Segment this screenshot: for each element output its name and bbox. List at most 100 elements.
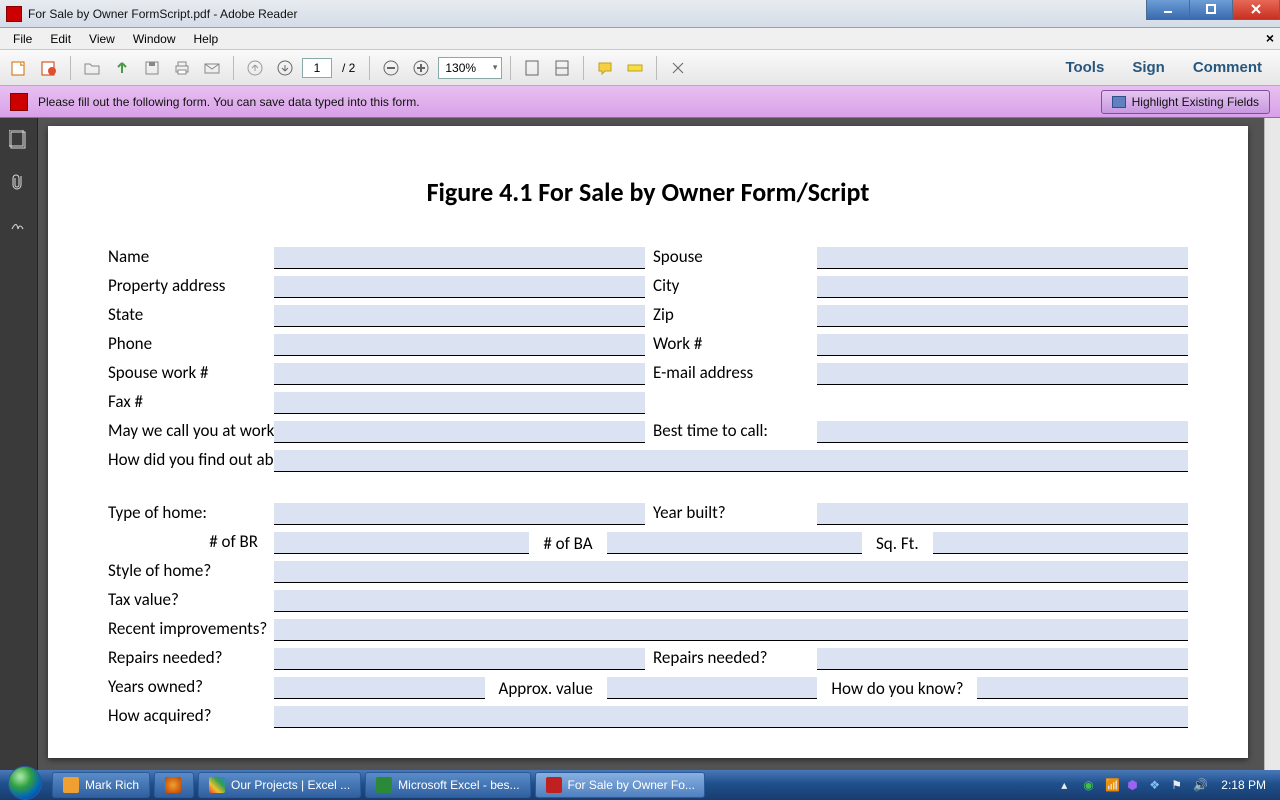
field-year-built[interactable]: [817, 503, 1188, 525]
attachments-icon[interactable]: [7, 170, 31, 194]
label-best-time: Best time to call:: [651, 420, 811, 443]
export-pdf-icon[interactable]: [6, 55, 32, 81]
tray-app-icon[interactable]: ❖: [1149, 778, 1163, 792]
label-tax-value: Tax value?: [108, 589, 268, 612]
field-property-address[interactable]: [274, 276, 645, 298]
field-years-owned[interactable]: [274, 677, 485, 699]
maximize-button[interactable]: [1189, 0, 1233, 20]
field-how-find[interactable]: [274, 450, 1188, 472]
chrome-icon: [209, 777, 225, 793]
taskbar-item-label: Mark Rich: [85, 778, 139, 792]
field-type-home[interactable]: [274, 503, 645, 525]
field-work-no[interactable]: [817, 334, 1188, 356]
field-email[interactable]: [817, 363, 1188, 385]
zoom-out-icon[interactable]: [378, 55, 404, 81]
field-may-we-call[interactable]: [274, 421, 645, 443]
taskbar-item[interactable]: Microsoft Excel - bes...: [365, 772, 530, 798]
label-zip: Zip: [651, 304, 811, 327]
field-how-know[interactable]: [977, 677, 1188, 699]
close-document-button[interactable]: ×: [1266, 30, 1274, 46]
field-phone[interactable]: [274, 334, 645, 356]
taskbar-item-firefox[interactable]: [154, 772, 194, 798]
menubar: File Edit View Window Help ×: [0, 28, 1280, 50]
field-fax[interactable]: [274, 392, 645, 414]
taskbar-item[interactable]: Mark Rich: [52, 772, 150, 798]
toolbar-separator: [233, 56, 234, 80]
tray-chevron-icon[interactable]: ▴: [1061, 778, 1075, 792]
field-tax-value[interactable]: [274, 590, 1188, 612]
start-button[interactable]: [0, 770, 50, 800]
taskbar-item-active[interactable]: For Sale by Owner Fo...: [535, 772, 705, 798]
fit-page-icon[interactable]: [519, 55, 545, 81]
close-button[interactable]: [1232, 0, 1280, 20]
field-state[interactable]: [274, 305, 645, 327]
label-email: E-mail address: [651, 362, 811, 385]
page-number-input[interactable]: [302, 58, 332, 78]
label-how-know: How do you know?: [823, 678, 971, 699]
spacer: [108, 478, 1188, 496]
menu-edit[interactable]: Edit: [41, 29, 80, 49]
field-zip[interactable]: [817, 305, 1188, 327]
menu-window[interactable]: Window: [124, 29, 185, 49]
field-city[interactable]: [817, 276, 1188, 298]
document-viewport[interactable]: Figure 4.1 For Sale by Owner Form/Script…: [38, 118, 1264, 770]
create-pdf-icon[interactable]: [36, 55, 62, 81]
highlight-fields-button[interactable]: Highlight Existing Fields: [1101, 90, 1270, 114]
highlight-icon[interactable]: [622, 55, 648, 81]
label-repairs-needed: Repairs needed?: [108, 647, 268, 670]
comment-icon[interactable]: [592, 55, 618, 81]
field-spouse[interactable]: [817, 247, 1188, 269]
field-style[interactable]: [274, 561, 1188, 583]
menu-help[interactable]: Help: [185, 29, 228, 49]
field-best-time[interactable]: [817, 421, 1188, 443]
start-orb-icon: [8, 766, 42, 800]
thumbnails-icon[interactable]: [7, 128, 31, 152]
share-icon[interactable]: [109, 55, 135, 81]
comment-panel-button[interactable]: Comment: [1181, 55, 1274, 80]
label-year-built: Year built?: [651, 502, 811, 525]
taskbar-item-label: Microsoft Excel - bes...: [398, 778, 519, 792]
fit-width-icon[interactable]: [549, 55, 575, 81]
print-icon[interactable]: [169, 55, 195, 81]
minimize-button[interactable]: [1146, 0, 1190, 20]
signatures-icon[interactable]: [7, 212, 31, 236]
menu-file[interactable]: File: [4, 29, 41, 49]
field-num-br[interactable]: [274, 532, 529, 554]
page-down-icon[interactable]: [272, 55, 298, 81]
label-years-owned: Years owned?: [108, 676, 268, 699]
page-up-icon[interactable]: [242, 55, 268, 81]
label-repairs-needed-2: Repairs needed?: [651, 647, 811, 670]
taskbar-clock[interactable]: 2:18 PM: [1215, 778, 1272, 792]
field-name[interactable]: [274, 247, 645, 269]
label-city: City: [651, 275, 811, 298]
toolbar: / 2 130% Tools Sign Comment: [0, 50, 1280, 86]
field-how-acquired[interactable]: [274, 706, 1188, 728]
save-icon[interactable]: [139, 55, 165, 81]
form-notice-icon: [10, 93, 28, 111]
tray-volume-icon[interactable]: 🔊: [1193, 778, 1207, 792]
highlight-fields-icon: [1112, 96, 1126, 108]
taskbar-item[interactable]: Our Projects | Excel ...: [198, 772, 361, 798]
email-icon[interactable]: [199, 55, 225, 81]
field-repairs-needed[interactable]: [274, 648, 645, 670]
vertical-scrollbar[interactable]: [1264, 118, 1280, 770]
window-controls: [1147, 0, 1280, 20]
menu-view[interactable]: View: [80, 29, 124, 49]
tray-app-icon[interactable]: ⬢: [1127, 778, 1141, 792]
zoom-value: 130%: [445, 61, 476, 75]
zoom-in-icon[interactable]: [408, 55, 434, 81]
field-spouse-work-no[interactable]: [274, 363, 645, 385]
read-mode-icon[interactable]: [665, 55, 691, 81]
field-approx-value[interactable]: [607, 677, 818, 699]
tray-network-icon[interactable]: 📶: [1105, 778, 1119, 792]
tray-antivirus-icon[interactable]: ◉: [1083, 778, 1097, 792]
sign-panel-button[interactable]: Sign: [1120, 55, 1177, 80]
field-repairs-needed-2[interactable]: [817, 648, 1188, 670]
field-num-ba[interactable]: [607, 532, 862, 554]
tools-panel-button[interactable]: Tools: [1053, 55, 1116, 80]
field-sqft[interactable]: [933, 532, 1188, 554]
field-recent-improve[interactable]: [274, 619, 1188, 641]
open-icon[interactable]: [79, 55, 105, 81]
zoom-select[interactable]: 130%: [438, 57, 502, 79]
tray-flag-icon[interactable]: ⚑: [1171, 778, 1185, 792]
